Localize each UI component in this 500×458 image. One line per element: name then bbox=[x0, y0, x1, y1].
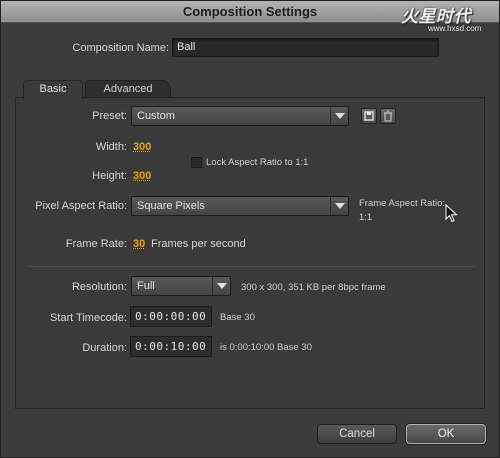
resolution-info: 300 x 300, 351 KB per 8bpc frame bbox=[241, 282, 386, 293]
preset-label: Preset: bbox=[92, 110, 127, 122]
lock-aspect-label: Lock Aspect Ratio to 1:1 bbox=[206, 157, 309, 168]
resolution-dropdown[interactable]: Full bbox=[131, 276, 231, 296]
title-bar[interactable]: Composition Settings 火星时代 www.hxsd.com bbox=[1, 1, 499, 33]
delete-preset-icon[interactable] bbox=[380, 108, 396, 124]
resolution-label: Resolution: bbox=[71, 281, 127, 293]
frame-aspect-value: 1:1 bbox=[359, 212, 373, 223]
duration-info: is 0:00:10:00 Base 30 bbox=[220, 342, 312, 353]
duration-label: Duration: bbox=[82, 342, 127, 354]
pixel-aspect-value: Square Pixels bbox=[137, 200, 205, 212]
watermark-url: www.hxsd.com bbox=[428, 24, 482, 33]
composition-settings-dialog: Composition Settings 火星时代 www.hxsd.com C… bbox=[0, 0, 500, 458]
tab-basic[interactable]: Basic bbox=[23, 80, 83, 99]
height-value[interactable]: 300 bbox=[133, 170, 151, 182]
width-value[interactable]: 300 bbox=[133, 141, 151, 153]
start-timecode-input[interactable]: 0:00:00:00 bbox=[130, 306, 212, 327]
chevron-down-icon bbox=[212, 277, 230, 295]
frame-rate-unit: Frames per second bbox=[151, 238, 246, 250]
chevron-down-icon bbox=[330, 107, 348, 125]
comp-name-input[interactable]: Ball bbox=[172, 38, 439, 57]
preset-value: Custom bbox=[137, 110, 175, 122]
cancel-button[interactable]: Cancel bbox=[317, 424, 397, 444]
comp-name-label: Composition Name: bbox=[72, 42, 169, 54]
height-label: Height: bbox=[92, 170, 127, 182]
frame-rate-value[interactable]: 30 bbox=[133, 238, 145, 250]
pixel-aspect-dropdown[interactable]: Square Pixels bbox=[131, 196, 349, 216]
pixel-aspect-label: Pixel Aspect Ratio: bbox=[35, 200, 127, 212]
start-timecode-label: Start Timecode: bbox=[49, 312, 127, 324]
frame-rate-label: Frame Rate: bbox=[65, 238, 127, 250]
save-preset-icon[interactable] bbox=[361, 108, 377, 124]
duration-input[interactable]: 0:00:10:00 bbox=[130, 336, 212, 357]
mouse-cursor-icon bbox=[445, 204, 458, 223]
tab-advanced[interactable]: Advanced bbox=[85, 80, 171, 98]
preset-dropdown[interactable]: Custom bbox=[131, 106, 349, 126]
resolution-value: Full bbox=[137, 280, 155, 292]
width-label: Width: bbox=[95, 141, 127, 153]
ok-button[interactable]: OK bbox=[406, 424, 486, 444]
section-divider bbox=[27, 266, 475, 267]
lock-aspect-checkbox[interactable] bbox=[191, 157, 202, 168]
start-timecode-base: Base 30 bbox=[220, 312, 255, 323]
chevron-down-icon bbox=[330, 197, 348, 215]
watermark-logo: 火星时代 www.hxsd.com bbox=[401, 2, 493, 36]
frame-aspect-label: Frame Aspect Ratio: bbox=[359, 198, 446, 209]
